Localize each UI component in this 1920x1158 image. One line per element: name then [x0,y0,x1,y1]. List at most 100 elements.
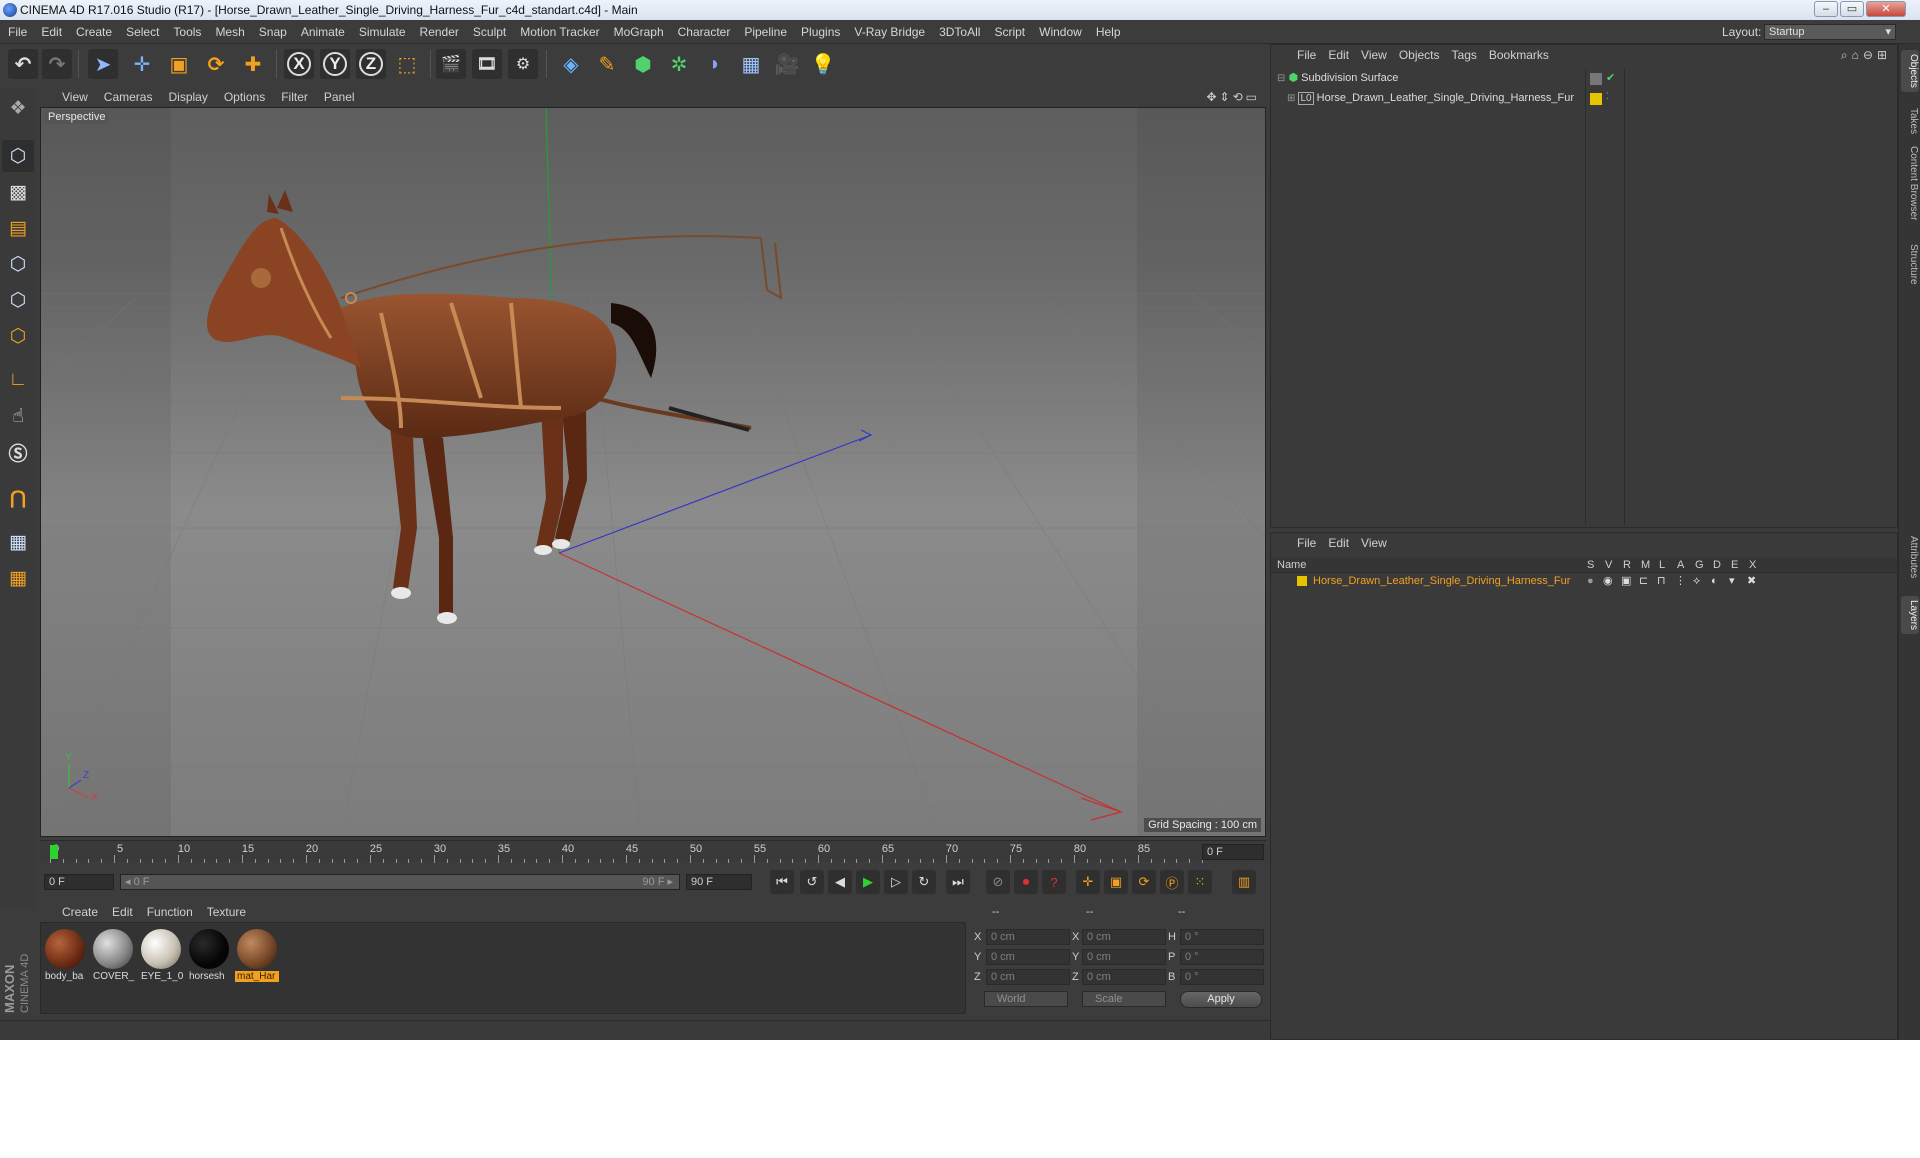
menu-vray-bridge[interactable]: V-Ray Bridge [847,20,932,44]
position-z-field[interactable]: 0 cm [986,969,1070,985]
scale-mode-select[interactable]: Scale [1082,991,1166,1007]
viewport-menu-filter[interactable]: Filter [273,87,316,107]
start-frame-field[interactable]: 0 F [44,874,114,890]
menu-create[interactable]: Create [69,20,119,44]
material-menu-edit[interactable]: Edit [105,902,140,922]
transform-tool-icon[interactable]: ✚ [238,49,268,79]
move-tool-icon[interactable]: ✛ [127,49,157,79]
cube-primitive-icon[interactable]: ◈ [556,49,586,79]
redo-button[interactable]: ↷ [42,49,72,79]
close-button[interactable]: ✕ [1866,1,1906,17]
object-menu-bookmarks[interactable]: Bookmarks [1483,45,1555,65]
axis-mode-icon[interactable]: ∟ [2,364,34,396]
object-menu-file[interactable]: File [1291,45,1322,65]
mograph-cloner-icon[interactable]: ✲ [664,49,694,79]
select-arrow-icon[interactable]: ➤ [88,49,118,79]
autokey-icon[interactable]: ⏺ [1014,870,1038,894]
coordinate-mode-select[interactable]: World [984,991,1068,1007]
go-to-end-icon[interactable]: ⏭ [946,870,970,894]
material-swatch[interactable]: COVER_ [91,927,135,985]
material-swatch[interactable]: body_ba [43,927,87,985]
maximize-button[interactable]: ▭ [1840,1,1864,17]
points-mode-icon[interactable]: ⬡ [2,248,34,280]
menu-render[interactable]: Render [413,20,466,44]
axis-z-lock[interactable]: Z [356,49,386,79]
material-swatch-selected[interactable]: mat_Har [235,927,279,985]
rotate-tool-icon[interactable]: ⟳ [201,49,231,79]
key-pla-icon[interactable]: ⁙ [1188,870,1212,894]
object-menu-objects[interactable]: Objects [1393,45,1446,65]
viewport-menu-panel[interactable]: Panel [316,87,363,107]
layer-name[interactable]: Horse_Drawn_Leather_Single_Driving_Harne… [1313,573,1570,589]
menu-help[interactable]: Help [1089,20,1128,44]
tweak-mode-icon[interactable]: ☝ [2,400,34,432]
previous-key-icon[interactable]: ↺ [800,870,824,894]
object-manager-search-icon[interactable]: ⌕⌂⊖⊞ [1841,45,1891,65]
layer-generators-icon[interactable]: ⟡ [1693,573,1700,589]
layout-select[interactable]: Startup [1764,24,1896,40]
edges-mode-icon[interactable]: ⬡ [2,284,34,316]
layer-render-icon[interactable]: ▣ [1621,573,1631,589]
keyframe-selection-icon[interactable]: ? [1042,870,1066,894]
menu-select[interactable]: Select [119,20,166,44]
material-menu-create[interactable]: Create [40,902,105,922]
menu-animate[interactable]: Animate [294,20,352,44]
floor-scene-icon[interactable]: ▦ [736,49,766,79]
material-menu-function[interactable]: Function [140,902,200,922]
object-menu-edit[interactable]: Edit [1322,45,1355,65]
menu-simulate[interactable]: Simulate [352,20,413,44]
camera-icon[interactable]: 🎥 [772,49,802,79]
previous-frame-icon[interactable]: ◀ [828,870,852,894]
light-bulb-icon[interactable]: 💡 [808,49,838,79]
menu-sculpt[interactable]: Sculpt [466,20,513,44]
viewport-nav-icons[interactable]: ✥⇕⟲▭ [1206,87,1260,107]
frame-range-slider[interactable]: ◂ 0 F 90 F ▸ [120,874,680,890]
layer-expressions-icon[interactable]: ▾ [1729,573,1735,589]
next-frame-icon[interactable]: ▷ [884,870,908,894]
key-parameter-icon[interactable]: Ⓟ [1160,870,1184,894]
axis-x-lock[interactable]: X [284,49,314,79]
size-x-field[interactable]: 0 cm [1082,929,1166,945]
pen-spline-icon[interactable]: ✎ [592,49,622,79]
position-x-field[interactable]: 0 cm [986,929,1070,945]
layer-color-icon[interactable] [1590,93,1602,105]
menu-pipeline[interactable]: Pipeline [737,20,794,44]
timeline[interactable]: 051015202530354045505560657075808590 0 F [40,840,1266,863]
menu-tools[interactable]: Tools [166,20,208,44]
current-frame-field[interactable]: 0 F [1202,844,1264,860]
tab-layers[interactable]: Layers [1901,596,1919,635]
menu-character[interactable]: Character [671,20,738,44]
size-y-field[interactable]: 0 cm [1082,949,1166,965]
deformer-bend-icon[interactable]: ◗ [700,49,730,79]
layer-animation-icon[interactable]: ⋮ [1675,573,1686,589]
timeline-ruler[interactable]: 051015202530354045505560657075808590 [50,841,1214,863]
model-mode-icon[interactable]: ⬡ [2,140,34,172]
layer-menu-edit[interactable]: Edit [1322,533,1355,553]
layer-menu-view[interactable]: View [1355,533,1393,553]
texture-mode-icon[interactable]: ▩ [2,176,34,208]
polygons-mode-icon[interactable]: ⬡ [2,320,34,352]
magnet-icon[interactable]: ⋂ [2,482,34,514]
timeline-playhead[interactable] [50,845,58,859]
layer-solo-icon[interactable]: ● [1587,573,1594,589]
layer-row[interactable]: Horse_Drawn_Leather_Single_Driving_Harne… [1271,573,1897,589]
object-menu-view[interactable]: View [1355,45,1393,65]
workplane-mode-icon[interactable]: ▤ [2,212,34,244]
workplane-lock-icon[interactable]: ▦ [2,526,34,558]
subdivision-tag-icon[interactable] [1590,73,1602,85]
axis-y-lock[interactable]: Y [320,49,350,79]
minimize-button[interactable]: – [1814,1,1838,17]
menu-window[interactable]: Window [1032,20,1089,44]
rotation-h-field[interactable]: 0 ° [1180,929,1264,945]
menu-script[interactable]: Script [987,20,1032,44]
layer-color-swatch[interactable] [1297,576,1307,586]
expand-icon[interactable]: ⊞ [1287,93,1295,104]
tab-content-browser[interactable]: Content Browser [1901,142,1919,224]
coordinate-system-icon[interactable]: ⬚ [392,49,422,79]
object-row-subdivision-surface[interactable]: ⊟ ⬢ Subdivision Surface [1277,69,1398,87]
menu-3dtoall[interactable]: 3DToAll [932,20,987,44]
play-icon[interactable]: ▶ [856,870,880,894]
render-view-icon[interactable]: 🎬 [436,49,466,79]
subdivision-surface-icon[interactable]: ⬢ [628,49,658,79]
next-key-icon[interactable]: ↻ [912,870,936,894]
